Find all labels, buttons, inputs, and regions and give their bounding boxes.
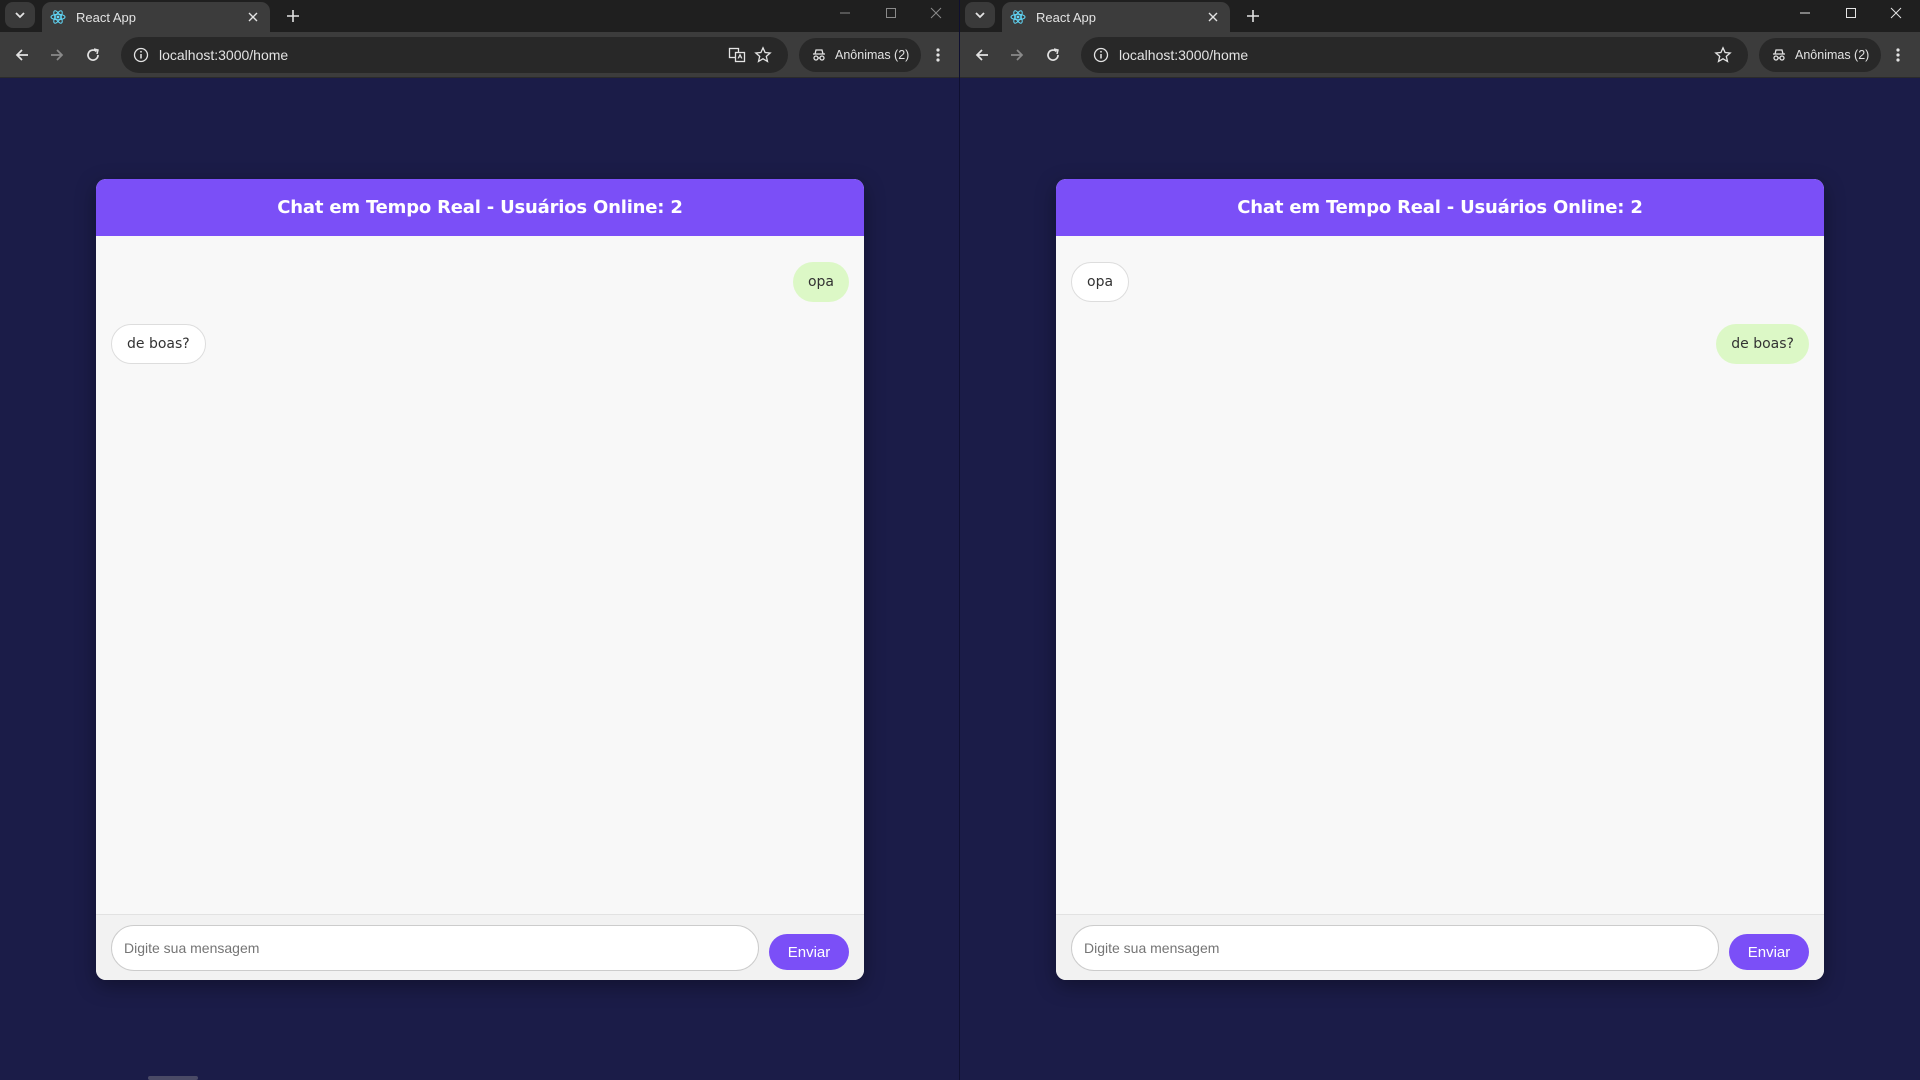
info-icon xyxy=(1093,47,1109,63)
reload-button[interactable] xyxy=(1038,40,1068,70)
chat-header: Chat em Tempo Real - Usuários Online: 2 xyxy=(1056,179,1824,236)
chat-card: Chat em Tempo Real - Usuários Online: 2 … xyxy=(96,179,864,980)
tab-title: React App xyxy=(1036,9,1096,25)
reload-icon xyxy=(1047,48,1059,61)
close-tab-icon[interactable] xyxy=(244,8,262,26)
tab-search-button[interactable] xyxy=(5,2,35,28)
arrow-left-icon xyxy=(15,49,28,61)
maximize-icon xyxy=(886,8,896,18)
maximize-button[interactable] xyxy=(868,0,914,26)
back-button[interactable] xyxy=(7,40,37,70)
translate-icon[interactable] xyxy=(724,42,750,68)
message-input[interactable] xyxy=(1071,925,1719,971)
chevron-down-icon xyxy=(975,12,985,19)
message-row: de boas? xyxy=(1071,324,1809,364)
tab-title: React App xyxy=(76,9,136,25)
plus-icon xyxy=(287,10,299,22)
chat-title: Chat em Tempo Real - Usuários Online: 2 xyxy=(1237,197,1643,218)
incognito-label: Anônimas (2) xyxy=(835,48,910,62)
message-row: de boas? xyxy=(111,324,849,364)
message-list: opa de boas? xyxy=(96,236,864,914)
react-logo-icon xyxy=(1010,9,1026,25)
tab-strip: React App xyxy=(0,0,959,32)
arrow-right-icon xyxy=(1011,49,1024,61)
message-composer: Enviar xyxy=(96,914,864,980)
chat-title: Chat em Tempo Real - Usuários Online: 2 xyxy=(277,197,683,218)
close-tab-icon[interactable] xyxy=(1204,8,1222,26)
forward-button[interactable] xyxy=(42,40,72,70)
scrollbar-thumb[interactable] xyxy=(148,1076,198,1080)
address-bar[interactable]: localhost:3000/home xyxy=(121,37,788,73)
arrow-left-icon xyxy=(975,49,988,61)
close-window-button[interactable] xyxy=(913,0,959,26)
reload-icon xyxy=(87,48,99,61)
minimize-button[interactable] xyxy=(1782,0,1828,26)
forward-button[interactable] xyxy=(1002,40,1032,70)
chevron-down-icon xyxy=(15,12,25,19)
message-bubble: opa xyxy=(792,262,849,302)
more-vertical-icon xyxy=(936,48,940,62)
incognito-icon xyxy=(1773,49,1785,61)
message-input[interactable] xyxy=(111,925,759,971)
url-text: localhost:3000/home xyxy=(159,47,289,63)
back-button[interactable] xyxy=(967,40,997,70)
message-row: opa xyxy=(1071,262,1809,302)
send-button[interactable]: Enviar xyxy=(769,934,849,970)
message-bubble: de boas? xyxy=(1716,324,1809,364)
bookmark-star-icon[interactable] xyxy=(1710,42,1736,68)
message-bubble: opa xyxy=(1071,262,1130,302)
browser-toolbar: localhost:3000/home Anônimas (2) xyxy=(960,32,1920,78)
menu-button[interactable] xyxy=(1884,40,1912,70)
incognito-profile-button[interactable]: Anônimas (2) xyxy=(799,38,922,72)
new-tab-button[interactable] xyxy=(1240,3,1266,29)
close-icon xyxy=(1890,7,1902,19)
url-text: localhost:3000/home xyxy=(1119,47,1249,63)
plus-icon xyxy=(1247,10,1259,22)
close-window-button[interactable] xyxy=(1873,0,1919,26)
chat-card: Chat em Tempo Real - Usuários Online: 2 … xyxy=(1056,179,1824,980)
message-list: opa de boas? xyxy=(1056,236,1824,914)
close-icon xyxy=(930,7,942,19)
minimize-icon xyxy=(840,12,850,14)
bookmark-star-icon[interactable] xyxy=(750,42,776,68)
incognito-icon xyxy=(813,49,825,61)
react-logo-icon xyxy=(50,9,66,25)
minimize-button[interactable] xyxy=(822,0,868,26)
incognito-profile-button[interactable]: Anônimas (2) xyxy=(1759,38,1882,72)
message-row: opa xyxy=(111,262,849,302)
info-icon xyxy=(133,47,149,63)
browser-window-right: React App localhost:3000/home Anônimas (… xyxy=(960,0,1920,1080)
incognito-label: Anônimas (2) xyxy=(1795,48,1870,62)
maximize-icon xyxy=(1846,8,1856,18)
tab-search-button[interactable] xyxy=(965,2,995,28)
browser-toolbar: localhost:3000/home Anônimas (2) xyxy=(0,32,959,78)
tab-react-app[interactable]: React App xyxy=(1002,2,1230,32)
message-bubble: de boas? xyxy=(111,324,206,364)
chat-header: Chat em Tempo Real - Usuários Online: 2 xyxy=(96,179,864,236)
tab-strip: React App xyxy=(960,0,1920,32)
arrow-right-icon xyxy=(51,49,64,61)
reload-button[interactable] xyxy=(78,40,108,70)
new-tab-button[interactable] xyxy=(280,3,306,29)
more-vertical-icon xyxy=(1896,48,1900,62)
minimize-icon xyxy=(1800,12,1810,14)
send-button[interactable]: Enviar xyxy=(1729,934,1809,970)
browser-window-left: React App localhost:3000/home Anônimas (… xyxy=(0,0,959,1080)
maximize-button[interactable] xyxy=(1828,0,1874,26)
menu-button[interactable] xyxy=(924,40,952,70)
address-bar[interactable]: localhost:3000/home xyxy=(1081,37,1748,73)
message-composer: Enviar xyxy=(1056,914,1824,980)
tab-react-app[interactable]: React App xyxy=(42,2,270,32)
